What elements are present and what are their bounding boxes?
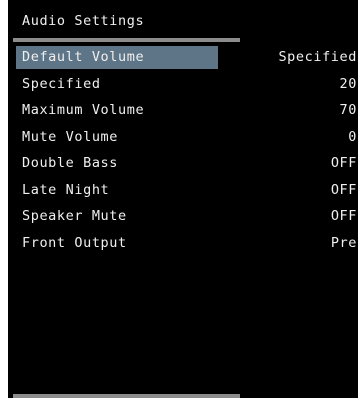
menu-item-value: OFF (330, 181, 357, 198)
menu-item-value: 20 (339, 75, 357, 92)
menu-item-maximum-volume[interactable]: Maximum Volume 70 (8, 97, 358, 124)
menu-item-value: Pre (330, 234, 357, 251)
bottom-divider (13, 394, 240, 398)
menu-item-double-bass[interactable]: Double Bass OFF (8, 150, 358, 177)
title-divider (13, 38, 240, 42)
menu-item-value: OFF (330, 208, 357, 224)
menu-item-mute-volume[interactable]: Mute Volume 0 (8, 124, 358, 151)
menu-item-speaker-mute[interactable]: Speaker Mute OFF (8, 203, 358, 230)
settings-menu: Default Volume Specified Specified 20 Ma… (8, 44, 358, 256)
menu-item-value: Specified (278, 49, 357, 65)
menu-item-value: OFF (330, 155, 357, 171)
audio-settings-screen: Audio Settings Default Volume Specified … (8, 0, 358, 398)
menu-item-label: Front Output (22, 234, 127, 251)
menu-item-default-volume[interactable]: Default Volume Specified (8, 44, 358, 71)
menu-item-late-night[interactable]: Late Night OFF (8, 177, 358, 204)
menu-item-label: Double Bass (22, 155, 119, 171)
menu-item-front-output[interactable]: Front Output Pre (8, 230, 358, 257)
menu-item-label: Mute Volume (22, 128, 119, 145)
menu-item-label: Late Night (22, 181, 110, 198)
menu-item-label: Specified (22, 75, 101, 92)
menu-item-specified[interactable]: Specified 20 (8, 71, 358, 98)
menu-item-label: Default Volume (22, 49, 145, 65)
page-title: Audio Settings (22, 13, 145, 29)
menu-item-value: 70 (339, 102, 357, 118)
menu-item-label: Maximum Volume (22, 102, 145, 118)
menu-item-label: Speaker Mute (22, 208, 127, 224)
menu-item-value: 0 (348, 128, 357, 145)
